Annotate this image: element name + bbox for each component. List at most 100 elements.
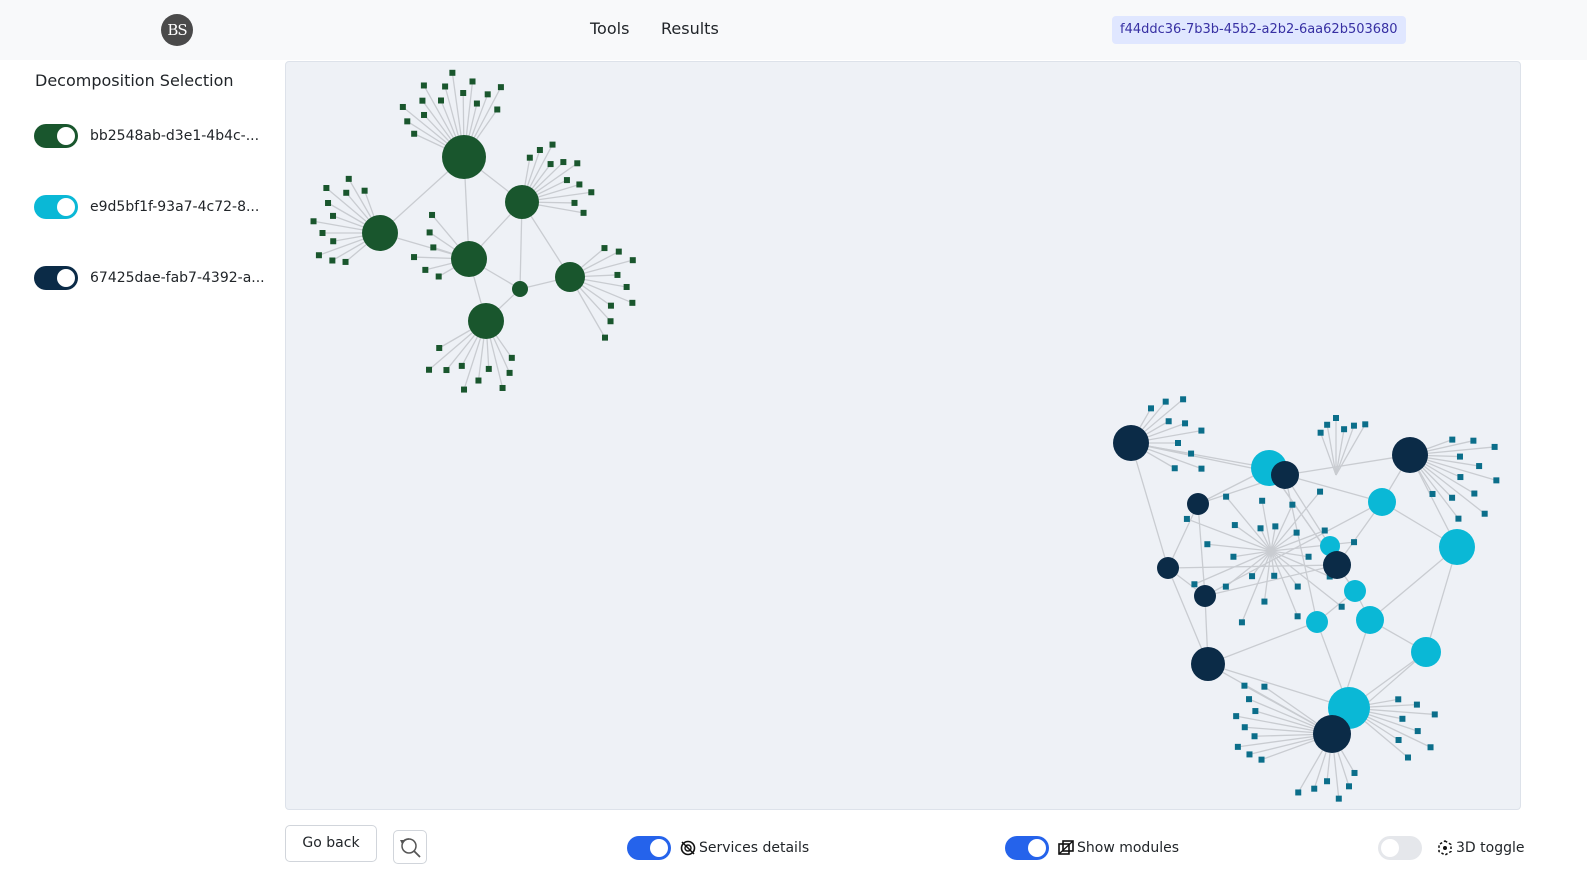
module-node[interactable] [1317,429,1324,436]
module-node[interactable] [614,271,621,278]
module-node[interactable] [1476,463,1483,470]
module-node[interactable] [494,106,501,113]
module-node[interactable] [426,229,433,236]
module-node[interactable] [1470,437,1477,444]
module-node[interactable] [1404,754,1411,761]
module-node[interactable] [323,185,330,192]
app-logo[interactable]: BS [161,14,193,46]
module-node[interactable] [485,365,492,372]
decomposition-toggle-2[interactable]: e9d5bf1f-93a7-4c72-8... [34,195,259,219]
graph-canvas[interactable] [285,61,1521,810]
service-node[interactable] [1191,647,1225,681]
module-node[interactable] [1399,715,1406,722]
module-node[interactable] [361,187,368,194]
module-node[interactable] [411,254,418,261]
service-node[interactable] [362,215,398,251]
module-node[interactable] [461,386,468,393]
module-node[interactable] [1234,743,1241,750]
module-node[interactable] [1223,493,1230,500]
module-node[interactable] [1351,769,1358,776]
toggle-switch[interactable] [34,266,78,290]
module-node[interactable] [310,218,317,225]
module-node[interactable] [1305,553,1312,560]
module-node[interactable] [629,299,636,306]
module-node[interactable] [1258,756,1265,763]
module-node[interactable] [1148,405,1154,412]
service-node[interactable] [1323,551,1351,579]
module-node[interactable] [1241,724,1248,731]
module-node[interactable] [506,369,513,376]
module-node[interactable] [1257,525,1264,532]
services-details-control[interactable]: Services details [627,836,809,860]
module-node[interactable] [629,257,636,264]
module-node[interactable] [475,377,482,384]
service-node[interactable] [1113,425,1149,461]
module-node[interactable] [1311,785,1318,792]
module-node[interactable] [1246,696,1253,703]
module-node[interactable] [419,97,426,104]
module-node[interactable] [1246,751,1253,758]
module-node[interactable] [1335,795,1342,802]
module-node[interactable] [484,91,491,98]
module-node[interactable] [1455,515,1462,522]
module-node[interactable] [1395,696,1402,703]
module-node[interactable] [1324,778,1331,785]
module-node[interactable] [1338,603,1345,610]
module-node[interactable] [342,258,349,265]
module-node[interactable] [1362,421,1369,428]
module-node[interactable] [1449,436,1456,443]
module-node[interactable] [1333,415,1339,421]
nav-results[interactable]: Results [661,19,719,38]
module-node[interactable] [1350,422,1357,429]
module-node[interactable] [1449,494,1456,501]
show-modules-control[interactable]: Show modules [1005,836,1179,860]
service-node[interactable] [1271,461,1299,489]
module-node[interactable] [580,209,587,216]
decomposition-toggle-1[interactable]: bb2548ab-d3e1-4b4c-... [34,124,259,148]
module-node[interactable] [426,366,433,373]
module-node[interactable] [399,103,406,110]
module-node[interactable] [1456,453,1463,460]
module-node[interactable] [536,146,543,153]
module-node[interactable] [1259,497,1266,504]
toggle-switch[interactable] [34,195,78,219]
module-node[interactable] [1241,682,1248,689]
module-node[interactable] [329,257,336,264]
service-node[interactable] [1439,529,1475,565]
module-node[interactable] [607,302,614,309]
module-node[interactable] [601,245,608,252]
service-node[interactable] [451,241,487,277]
module-node[interactable] [1171,465,1178,472]
module-node[interactable] [325,200,332,206]
module-node[interactable] [1230,553,1237,560]
service-node[interactable] [1194,585,1216,607]
module-node[interactable] [421,111,428,118]
graph-svg[interactable] [286,62,1521,810]
module-node[interactable] [1238,619,1245,626]
module-node[interactable] [435,273,442,280]
module-node[interactable] [1180,396,1187,403]
module-node[interactable] [1457,474,1464,481]
service-node[interactable] [1392,437,1428,473]
module-node[interactable] [1198,465,1205,472]
module-node[interactable] [563,177,570,184]
module-node[interactable] [319,230,326,236]
module-node[interactable] [1341,426,1348,433]
module-node[interactable] [1231,522,1238,529]
module-node[interactable] [1182,420,1189,427]
module-node[interactable] [1295,789,1302,796]
show-modules-switch[interactable] [1005,836,1049,860]
module-node[interactable] [460,90,467,97]
module-node[interactable] [1471,490,1478,497]
module-node[interactable] [438,97,445,104]
module-node[interactable] [1162,398,1169,405]
services-details-switch[interactable] [627,836,671,860]
module-node[interactable] [422,266,429,273]
module-node[interactable] [1481,510,1488,517]
module-node[interactable] [623,283,630,290]
module-node[interactable] [449,69,456,76]
module-node[interactable] [1493,477,1500,484]
module-node[interactable] [1395,737,1402,744]
service-node[interactable] [442,135,486,179]
module-node[interactable] [1321,527,1328,534]
